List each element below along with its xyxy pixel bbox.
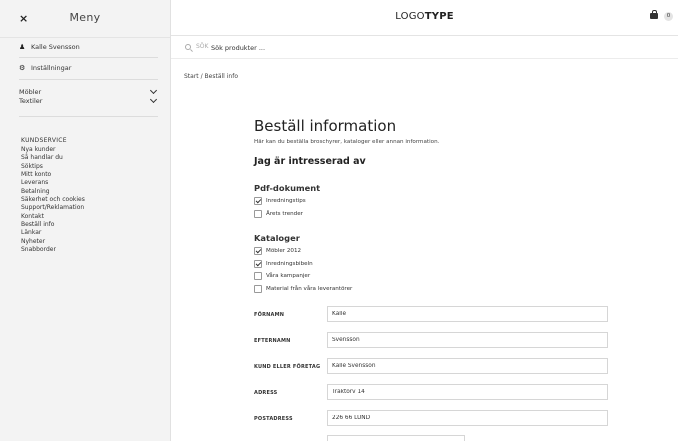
chevron-down-icon <box>149 95 158 104</box>
sidebar-link-nyheter[interactable]: Nyheter <box>21 238 85 246</box>
checkbox-material-leverantorer[interactable]: Material från våra leverantörer <box>254 285 352 293</box>
checkbox-unchecked[interactable] <box>254 285 262 293</box>
sidebar-link-support[interactable]: Support/Reklamation <box>21 204 85 212</box>
breadcrumb: Start / Beställ info <box>184 73 238 80</box>
sidebar-link-snabborder[interactable]: Snabborder <box>21 246 85 254</box>
sidebar-item-mobler[interactable]: Möbler <box>19 86 158 96</box>
firstname-field[interactable] <box>327 306 608 322</box>
sidebar-item-settings[interactable]: ⚙ Inställningar <box>19 64 71 72</box>
checkbox-checked[interactable] <box>254 197 262 205</box>
checkbox-label: Inredningsbibeln <box>266 261 313 267</box>
section-title: Jag är intresserad av <box>254 156 366 167</box>
sidebar-link-kontakt[interactable]: Kontakt <box>21 213 85 221</box>
address-label: ADRESS <box>254 390 278 396</box>
checkbox-inredningstips[interactable]: Inredningstips <box>254 197 306 205</box>
next-field[interactable] <box>327 435 465 441</box>
pdf-group-title: Pdf-dokument <box>254 183 321 193</box>
sidebar-divider <box>19 116 158 117</box>
customer-label: KUND ELLER FÖRETAG <box>254 364 321 370</box>
checkbox-checked[interactable] <box>254 260 262 268</box>
search-label: SÖK <box>196 43 209 50</box>
sidebar-user-label: Kalle Svensson <box>31 43 80 51</box>
sidebar-link-betalning[interactable]: Betalning <box>21 188 85 196</box>
sidebar-link-sakerhet[interactable]: Säkerhet och cookies <box>21 196 85 204</box>
checkbox-label: Våra kampanjer <box>266 273 311 279</box>
sidebar-link-mitt-konto[interactable]: Mitt konto <box>21 171 85 179</box>
firstname-label: FÖRNAMN <box>254 312 285 318</box>
checkbox-inredningsbibeln[interactable]: Inredningsbibeln <box>254 260 313 268</box>
page-title: Beställ information <box>254 117 397 135</box>
sidebar-header: × Meny <box>0 0 170 38</box>
search-input[interactable] <box>211 41 461 55</box>
chevron-down-icon <box>149 86 158 95</box>
page-intro: Här kan du beställa broschyrer, kataloge… <box>254 139 440 145</box>
checkbox-label: Inredningstips <box>266 198 306 204</box>
sidebar-category-label: Textiler <box>19 97 43 105</box>
gear-icon: ⚙ <box>19 64 26 72</box>
customer-service-list: Nya kunder Så handlar du Söktips Mitt ko… <box>21 146 85 254</box>
breadcrumb-current: Beställ info <box>204 73 239 80</box>
lastname-label: EFTERNAMN <box>254 338 291 344</box>
sidebar-link-leverans[interactable]: Leverans <box>21 179 85 187</box>
sidebar-item-user[interactable]: ♟ Kalle Svensson <box>19 43 80 51</box>
sidebar-menu: × Meny ♟ Kalle Svensson ⚙ Inställningar … <box>0 0 171 441</box>
search-bar: SÖK <box>171 37 678 59</box>
checkbox-vara-kampanjer[interactable]: Våra kampanjer <box>254 272 310 280</box>
checkbox-unchecked[interactable] <box>254 272 262 280</box>
postal-address-label: POSTADRESS <box>254 416 293 422</box>
customer-service-heading: KUNDSERVICE <box>21 137 67 144</box>
sidebar-item-textiler[interactable]: Textiler <box>19 95 158 105</box>
checkbox-arets-trender[interactable]: Årets trender <box>254 210 303 218</box>
breadcrumb-home[interactable]: Start <box>184 73 199 80</box>
logo-light-text: LOGO <box>395 11 425 22</box>
checkbox-checked[interactable] <box>254 247 262 255</box>
logo-bold-text: TYPE <box>424 11 454 22</box>
customer-field[interactable] <box>327 358 608 374</box>
address-field[interactable] <box>327 384 608 400</box>
sidebar-title: Meny <box>69 11 101 24</box>
top-header: LOGOTYPE 0 <box>171 0 678 36</box>
sidebar-link-lankar[interactable]: Länkar <box>21 229 85 237</box>
catalog-group-title: Kataloger <box>254 233 300 243</box>
sidebar-category-label: Möbler <box>19 88 42 96</box>
cart-icon[interactable] <box>650 10 658 19</box>
cart-count-badge: 0 <box>664 12 673 21</box>
postal-address-field[interactable] <box>327 410 608 426</box>
lastname-field[interactable] <box>327 332 608 348</box>
checkbox-unchecked[interactable] <box>254 210 262 218</box>
sidebar-divider <box>19 57 158 58</box>
search-icon <box>185 44 191 50</box>
logo[interactable]: LOGOTYPE <box>171 11 678 22</box>
checkbox-mobler-2012[interactable]: Möbler 2012 <box>254 247 301 255</box>
sidebar-link-bestall-info[interactable]: Beställ info <box>21 221 85 229</box>
sidebar-link-nya-kunder[interactable]: Nya kunder <box>21 146 85 154</box>
sidebar-link-soktips[interactable]: Söktips <box>21 163 85 171</box>
sidebar-settings-label: Inställningar <box>31 64 72 72</box>
breadcrumb-separator: / <box>200 73 203 80</box>
sidebar-link-sa-handlar-du[interactable]: Så handlar du <box>21 154 85 162</box>
checkbox-label: Material från våra leverantörer <box>266 286 353 292</box>
user-icon: ♟ <box>19 43 26 51</box>
checkbox-label: Årets trender <box>266 211 303 217</box>
sidebar-divider <box>19 79 158 80</box>
checkbox-label: Möbler 2012 <box>266 248 302 254</box>
